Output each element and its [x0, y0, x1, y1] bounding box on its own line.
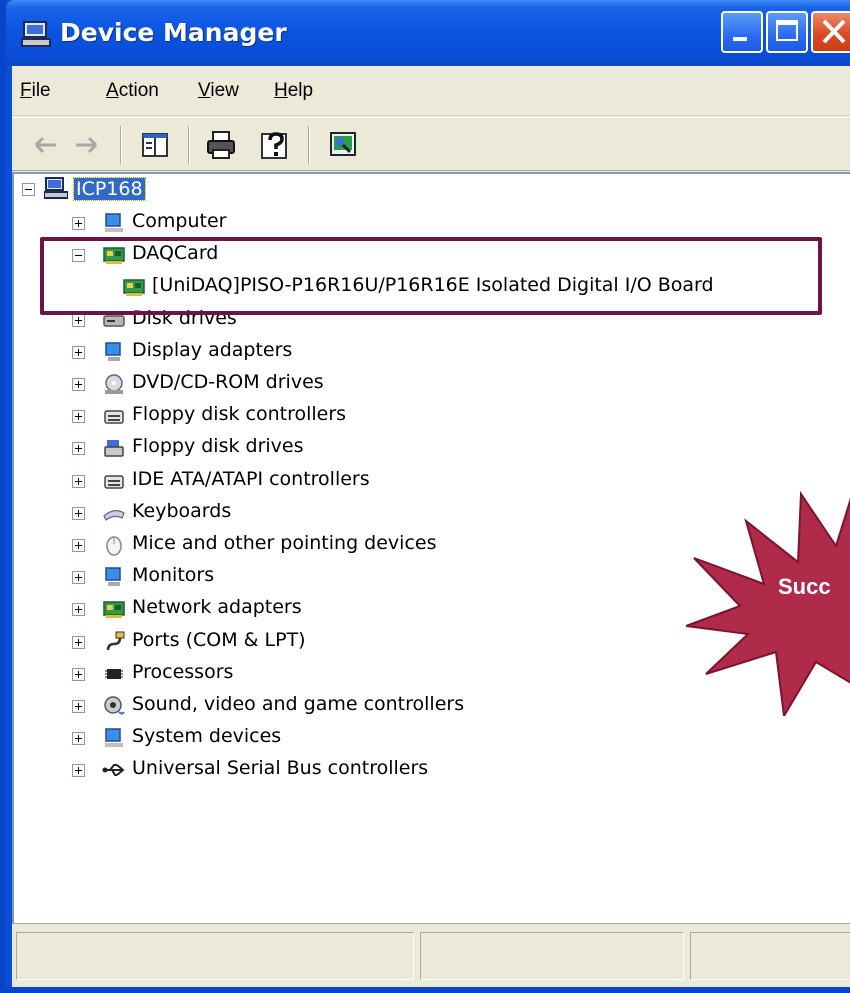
tree-item[interactable]: Computer — [14, 208, 834, 238]
expand-toggle[interactable] — [72, 217, 85, 230]
tree-item[interactable]: Universal Serial Bus controllers — [14, 755, 834, 785]
toolbar-separator — [188, 126, 190, 164]
expand-toggle[interactable] — [72, 668, 85, 681]
floppy-icon — [104, 440, 124, 457]
processor-icon — [105, 669, 123, 679]
title-bar[interactable]: Device Manager — [6, 0, 850, 66]
status-bar — [12, 923, 850, 987]
expand-toggle[interactable] — [72, 507, 85, 520]
menu-view[interactable]: View — [198, 80, 239, 102]
status-pane — [16, 932, 414, 980]
maximize-icon — [776, 20, 798, 41]
tree-item-label: Mice and other pointing devices — [132, 532, 437, 554]
tree-item[interactable]: Floppy disk drives — [14, 433, 834, 463]
tree-item[interactable]: Floppy disk controllers — [14, 401, 834, 431]
tree-item-label: Computer — [132, 210, 227, 232]
tree-item-label: Keyboards — [132, 500, 232, 522]
scan-hardware-icon[interactable] — [326, 128, 360, 162]
tree-item-label: System devices — [132, 725, 282, 747]
tree-item-label: DVD/CD-ROM drives — [132, 371, 324, 393]
expand-toggle[interactable] — [72, 571, 85, 584]
usb-icon — [102, 764, 125, 776]
monitor-icon — [105, 567, 121, 586]
status-pane — [420, 932, 684, 980]
menu-help[interactable]: Help — [274, 80, 313, 102]
menu-bar: File Action View Help — [12, 66, 850, 116]
tree-item-label: Processors — [132, 661, 234, 683]
expand-toggle[interactable] — [72, 732, 85, 745]
tree-item-label: Network adapters — [132, 596, 302, 618]
tree-item-label: Floppy disk controllers — [132, 403, 347, 425]
close-icon — [822, 19, 846, 44]
tree-item[interactable]: System devices — [14, 723, 834, 753]
tree-item[interactable]: Display adapters — [14, 337, 834, 367]
expand-toggle[interactable] — [72, 442, 85, 455]
expand-toggle[interactable] — [72, 764, 85, 777]
controller-icon — [104, 410, 124, 424]
toolbar — [12, 117, 850, 171]
minimize-icon — [733, 37, 747, 41]
mouse-icon — [106, 536, 122, 556]
menu-action[interactable]: Action — [106, 80, 159, 102]
display-adapter-icon — [105, 342, 121, 361]
tree-root[interactable]: ICP168 — [14, 176, 214, 206]
port-icon — [106, 631, 125, 651]
tree-item-label: Ports (COM & LPT) — [132, 629, 306, 651]
device-manager-icon — [21, 21, 51, 47]
tree-item-label: IDE ATA/ATAPI controllers — [132, 468, 370, 490]
tree-item-label: Sound, video and game controllers — [132, 693, 465, 715]
device-manager-window: Device Manager File Action View Help ICP… — [0, 0, 850, 993]
menu-file[interactable]: File — [20, 80, 51, 102]
help-icon[interactable] — [258, 128, 292, 162]
tree-item[interactable]: DVD/CD-ROM drives — [14, 369, 834, 399]
expand-toggle[interactable] — [72, 410, 85, 423]
controller-icon — [104, 475, 124, 489]
toolbar-separator — [120, 126, 122, 164]
pci-card-icon — [103, 601, 125, 618]
tree-item-label: Universal Serial Bus controllers — [132, 757, 429, 779]
expand-toggle[interactable] — [72, 314, 85, 327]
window-title: Device Manager — [60, 18, 287, 47]
maximize-button[interactable] — [766, 11, 808, 53]
computer-icon — [44, 177, 68, 199]
computer-icon — [105, 213, 123, 232]
expand-toggle[interactable] — [72, 603, 85, 616]
toolbar-separator — [308, 126, 310, 164]
collapse-toggle[interactable] — [22, 183, 35, 196]
tree-item-label: Display adapters — [132, 339, 293, 361]
expand-toggle[interactable] — [72, 700, 85, 713]
expand-toggle[interactable] — [72, 346, 85, 359]
back-arrow-icon[interactable] — [28, 128, 62, 162]
highlight-box — [40, 237, 822, 315]
expand-toggle[interactable] — [72, 636, 85, 649]
close-button[interactable] — [811, 11, 850, 53]
status-pane — [690, 932, 850, 980]
forward-arrow-icon[interactable] — [70, 128, 104, 162]
tree-root-label: ICP168 — [73, 177, 146, 201]
tree-item-label: Monitors — [132, 564, 215, 586]
speaker-icon — [104, 696, 125, 715]
minimize-button[interactable] — [721, 11, 763, 53]
callout-text: Succ — [778, 574, 831, 599]
expand-toggle[interactable] — [72, 475, 85, 488]
cdrom-icon — [105, 374, 123, 394]
tree-item-label: Floppy disk drives — [132, 435, 304, 457]
system-icon — [105, 728, 123, 747]
keyboard-icon — [103, 510, 125, 521]
print-icon[interactable] — [204, 128, 238, 162]
expand-toggle[interactable] — [72, 539, 85, 552]
show-hide-console-tree-icon[interactable] — [138, 128, 172, 162]
expand-toggle[interactable] — [72, 378, 85, 391]
